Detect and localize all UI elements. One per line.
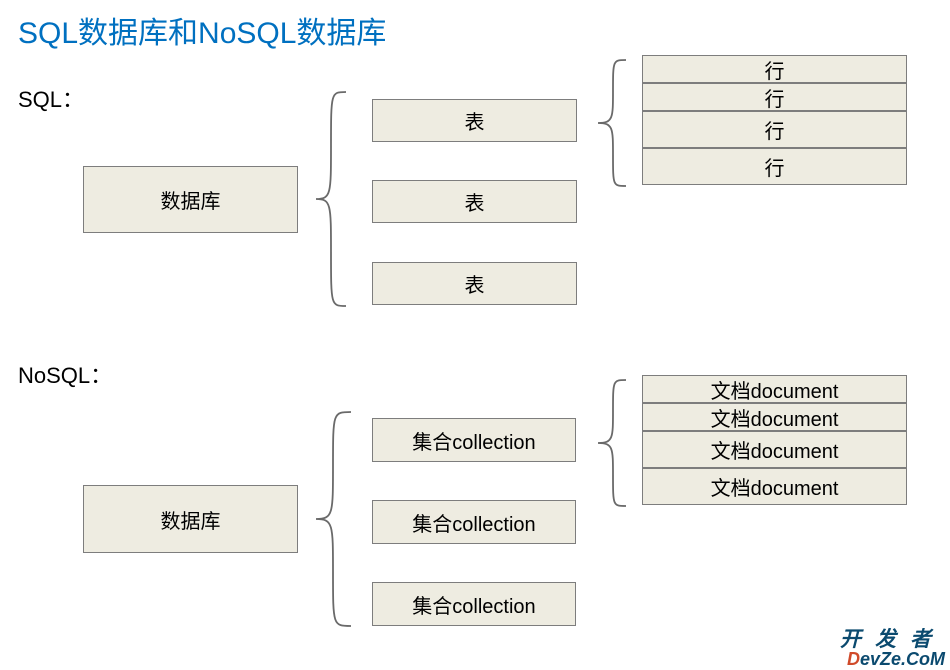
label: 表 [465, 187, 485, 216]
watermark-line2: DevZe.CoM [840, 650, 945, 668]
sql-table-3: 表 [372, 262, 577, 305]
sql-row-1: 行 [642, 55, 907, 83]
label: 行 [765, 152, 785, 181]
diagram-title: SQL数据库和NoSQL数据库 [0, 0, 950, 52]
label: 文档document [711, 403, 839, 432]
label: 行 [765, 115, 785, 144]
label: 集合collection [412, 426, 535, 455]
sql-section-label: SQL： [18, 82, 84, 114]
nosql-doc-3: 文档document [642, 431, 907, 468]
sql-database-text: 数据库 [161, 185, 221, 214]
brace-nosql-collection-docs [586, 378, 636, 508]
label: 表 [465, 106, 485, 135]
sql-row-3: 行 [642, 111, 907, 148]
sql-rows-stack: 行 行 行 行 [642, 55, 907, 185]
nosql-database-box: 数据库 [83, 485, 298, 553]
label: 文档document [711, 435, 839, 464]
brace-nosql-db-collections [306, 410, 361, 628]
nosql-collection-1: 集合collection [372, 418, 576, 462]
wm-rest: evZe.CoM [860, 649, 945, 669]
nosql-docs-stack: 文档document 文档document 文档document 文档docum… [642, 375, 907, 505]
nosql-collection-2: 集合collection [372, 500, 576, 544]
label: 行 [765, 55, 785, 84]
nosql-doc-2: 文档document [642, 403, 907, 431]
sql-database-box: 数据库 [83, 166, 298, 233]
brace-sql-db-tables [306, 90, 356, 308]
watermark: 开发者 DevZe.CoM [840, 629, 945, 668]
nosql-collection-3: 集合collection [372, 582, 576, 626]
label: 文档document [711, 375, 839, 404]
label: 集合collection [412, 508, 535, 537]
label: 行 [765, 83, 785, 112]
nosql-database-text: 数据库 [161, 505, 221, 534]
nosql-doc-4: 文档document [642, 468, 907, 505]
wm-d: D [847, 649, 860, 669]
nosql-section-label: NoSQL： [18, 358, 112, 390]
nosql-doc-1: 文档document [642, 375, 907, 403]
sql-table-1: 表 [372, 99, 577, 142]
brace-sql-table-rows [586, 58, 636, 188]
label: 文档document [711, 472, 839, 501]
label: 集合collection [412, 590, 535, 619]
sql-row-2: 行 [642, 83, 907, 111]
watermark-line1: 开发者 [840, 629, 945, 650]
sql-table-2: 表 [372, 180, 577, 223]
sql-row-4: 行 [642, 148, 907, 185]
label: 表 [465, 269, 485, 298]
